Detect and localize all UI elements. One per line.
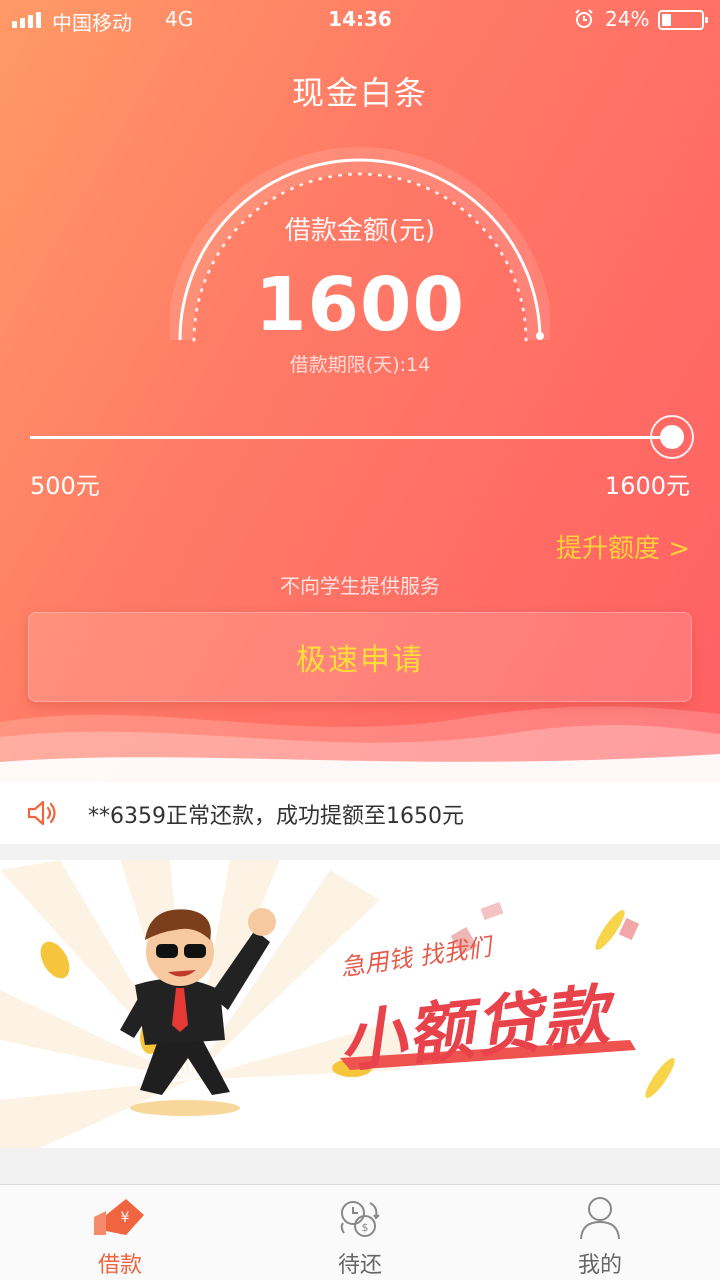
- loan-term: 借款期限(天):14: [289, 354, 431, 376]
- battery-percent: 24%: [605, 7, 650, 31]
- speaker-icon: [27, 800, 56, 826]
- svg-text:¥: ¥: [121, 1210, 130, 1226]
- raise-limit-link[interactable]: 提升额度 >: [556, 528, 690, 565]
- tab-profile-label: 我的: [577, 1253, 622, 1278]
- loan-icon: ¥: [94, 1199, 144, 1235]
- student-notice: 不向学生提供服务: [280, 574, 440, 598]
- profile-icon: [580, 1197, 620, 1240]
- status-bar: 中国移动 4G 14:36 24%: [0, 0, 720, 40]
- apply-button[interactable]: 极速申请: [28, 612, 692, 702]
- hero-section: 中国移动 4G 14:36 24% 现金白条 借款金额(元) 1600 借款期限…: [0, 0, 720, 782]
- amount-slider-fill: [30, 436, 672, 439]
- repay-icon: $: [340, 1201, 380, 1237]
- svg-text:$: $: [362, 1221, 369, 1234]
- hero-waves: [0, 706, 720, 782]
- page-title: 现金白条: [291, 74, 428, 112]
- amount-label: 借款金额(元): [284, 216, 436, 246]
- tab-repay[interactable]: $ 待还: [240, 1185, 480, 1280]
- tab-loan-label: 借款: [97, 1253, 142, 1278]
- screen: 中国移动 4G 14:36 24% 现金白条 借款金额(元) 1600 借款期限…: [0, 0, 720, 1280]
- tab-loan[interactable]: ¥ 借款: [0, 1185, 240, 1280]
- bottom-tab-bar: ¥ 借款 $ 待还 我的: [0, 1184, 720, 1280]
- promo-banner[interactable]: 急用钱 找我们 小额贷款: [0, 860, 720, 1148]
- tab-repay-label: 待还: [337, 1253, 382, 1278]
- ticker-message: **6359正常还款，成功提额至1650元: [88, 804, 464, 829]
- amount-slider-track[interactable]: [30, 436, 672, 439]
- amount-slider-handle[interactable]: [650, 415, 694, 459]
- tab-profile[interactable]: 我的: [480, 1185, 720, 1280]
- slider-min-label: 500元: [30, 472, 100, 500]
- alarm-icon: [575, 9, 593, 28]
- slider-max-label: 1600元: [604, 472, 690, 500]
- loan-amount: 1600: [255, 262, 465, 348]
- announcement-ticker: **6359正常还款，成功提额至1650元: [0, 782, 720, 844]
- battery-icon: [658, 10, 708, 30]
